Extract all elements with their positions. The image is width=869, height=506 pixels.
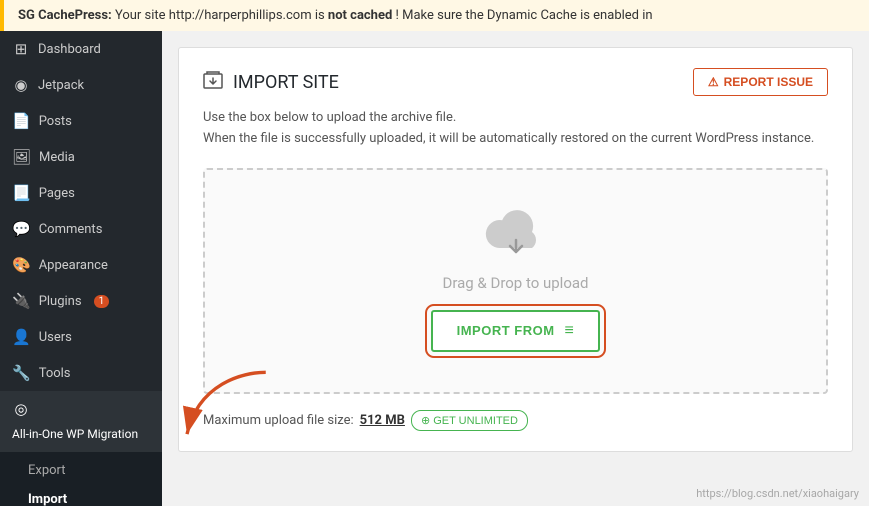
dashboard-icon: ⊞ [12, 40, 30, 58]
sidebar-item-users[interactable]: 👤 Users [0, 319, 162, 355]
export-label: Export [28, 463, 66, 478]
content-area: IMPORT SITE ⚠ REPORT ISSUE Use the box b… [162, 31, 869, 506]
watermark: https://blog.csdn.net/xiaohaigary [696, 487, 859, 500]
file-size-value: 512 MB [360, 413, 405, 428]
comments-icon: 💬 [12, 220, 31, 238]
import-site-icon [203, 70, 225, 95]
sidebar-item-comments[interactable]: 💬 Comments [0, 211, 162, 247]
import-label: Import [28, 492, 67, 506]
desc-line2: When the file is successfully uploaded, … [203, 129, 828, 150]
sidebar-label-tools: Tools [39, 366, 71, 381]
page-title: IMPORT SITE [233, 72, 339, 93]
get-unlimited-label: ⊕ GET UNLIMITED [421, 414, 518, 427]
media-icon: 🖼 [12, 148, 31, 166]
sidebar-item-posts[interactable]: 📄 Posts [0, 103, 162, 139]
report-issue-button[interactable]: ⚠ REPORT ISSUE [693, 68, 828, 96]
sidebar-item-tools[interactable]: 🔧 Tools [0, 355, 162, 391]
notice-suffix: ! Make sure the Dynamic Cache is enabled… [396, 8, 653, 23]
sidebar-label-posts: Posts [39, 114, 72, 129]
pages-icon: 📃 [12, 184, 31, 202]
appearance-icon: 🎨 [12, 256, 31, 274]
sidebar-label-comments: Comments [39, 222, 103, 237]
file-size-label: Maximum upload file size: [203, 413, 354, 428]
sidebar-sub-import[interactable]: Import [0, 485, 162, 506]
sidebar-item-plugins[interactable]: 🔌 Plugins 1 [0, 283, 162, 319]
sidebar-item-appearance[interactable]: 🎨 Appearance [0, 247, 162, 283]
sidebar-label-jetpack: Jetpack [38, 78, 84, 93]
sidebar: ⊞ Dashboard ◉ Jetpack 📄 Posts 🖼 Media 📃 … [0, 31, 162, 506]
sidebar-item-pages[interactable]: 📃 Pages [0, 175, 162, 211]
menu-lines-icon: ≡ [565, 322, 575, 340]
jetpack-icon: ◉ [12, 76, 30, 94]
sidebar-item-allinone[interactable]: ◎ All-in-One WP Migration [0, 391, 162, 452]
sidebar-item-dashboard[interactable]: ⊞ Dashboard [0, 31, 162, 67]
drop-text: Drag & Drop to upload [225, 274, 806, 292]
sidebar-label-plugins: Plugins [39, 294, 82, 309]
sidebar-label-users: Users [39, 330, 72, 345]
notice-prefix: SG CachePress: [18, 8, 112, 23]
notice-text: Your site http://harperphillips.com is [115, 8, 328, 23]
card-title-left: IMPORT SITE [203, 70, 339, 95]
posts-icon: 📄 [12, 112, 31, 130]
drop-zone[interactable]: Drag & Drop to upload IMPORT FROM ≡ [203, 168, 828, 394]
sidebar-label-pages: Pages [39, 186, 75, 201]
plugins-badge: 1 [94, 295, 110, 308]
allinone-icon: ◎ [12, 400, 30, 418]
plugins-icon: 🔌 [12, 292, 31, 310]
notice-bar: SG CachePress: Your site http://harperph… [0, 0, 869, 31]
cloud-upload-icon [225, 210, 806, 264]
import-card: IMPORT SITE ⚠ REPORT ISSUE Use the box b… [178, 47, 853, 452]
sidebar-label-appearance: Appearance [39, 258, 108, 273]
sidebar-label-media: Media [39, 150, 75, 165]
sidebar-label-dashboard: Dashboard [38, 42, 101, 57]
sidebar-item-media[interactable]: 🖼 Media [0, 139, 162, 175]
import-from-button[interactable]: IMPORT FROM ≡ [431, 310, 601, 352]
sidebar-item-jetpack[interactable]: ◉ Jetpack [0, 67, 162, 103]
warning-icon: ⚠ [708, 75, 719, 89]
notice-strong: not cached [328, 8, 392, 23]
card-title-row: IMPORT SITE ⚠ REPORT ISSUE [203, 68, 828, 96]
desc-line1: Use the box below to upload the archive … [203, 108, 828, 129]
get-unlimited-button[interactable]: ⊕ GET UNLIMITED [411, 410, 528, 431]
sidebar-label-allinone: All-in-One WP Migration [12, 426, 138, 443]
card-description: Use the box below to upload the archive … [203, 108, 828, 150]
sidebar-sub-export[interactable]: Export [0, 456, 162, 485]
tools-icon: 🔧 [12, 364, 31, 382]
report-btn-label: REPORT ISSUE [724, 75, 813, 89]
import-from-label: IMPORT FROM [457, 323, 555, 338]
users-icon: 👤 [12, 328, 31, 346]
file-size-row: Maximum upload file size: 512 MB ⊕ GET U… [203, 410, 828, 431]
